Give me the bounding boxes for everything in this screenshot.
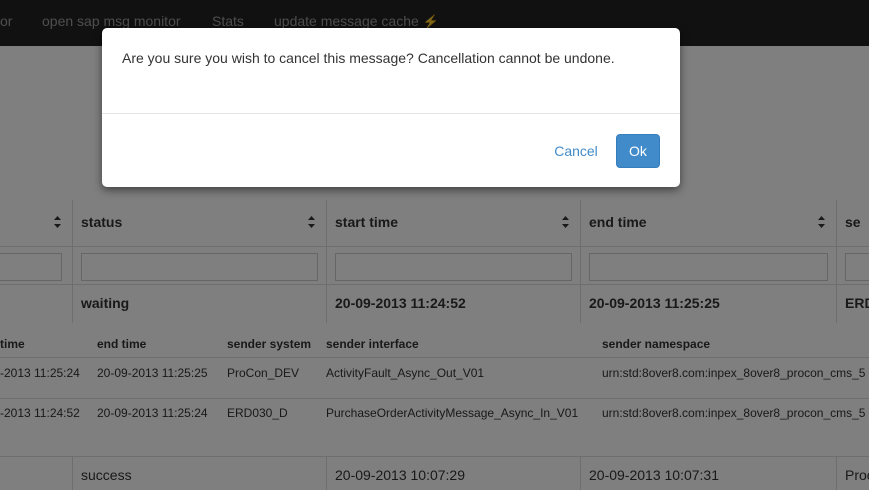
ok-button[interactable]: Ok — [616, 134, 660, 168]
cancel-button[interactable]: Cancel — [546, 134, 606, 168]
modal-body: Are you sure you wish to cancel this mes… — [102, 28, 680, 113]
modal-footer: Cancel Ok — [102, 113, 680, 187]
confirm-cancel-dialog: Are you sure you wish to cancel this mes… — [102, 28, 680, 187]
modal-message: Are you sure you wish to cancel this mes… — [122, 50, 615, 66]
